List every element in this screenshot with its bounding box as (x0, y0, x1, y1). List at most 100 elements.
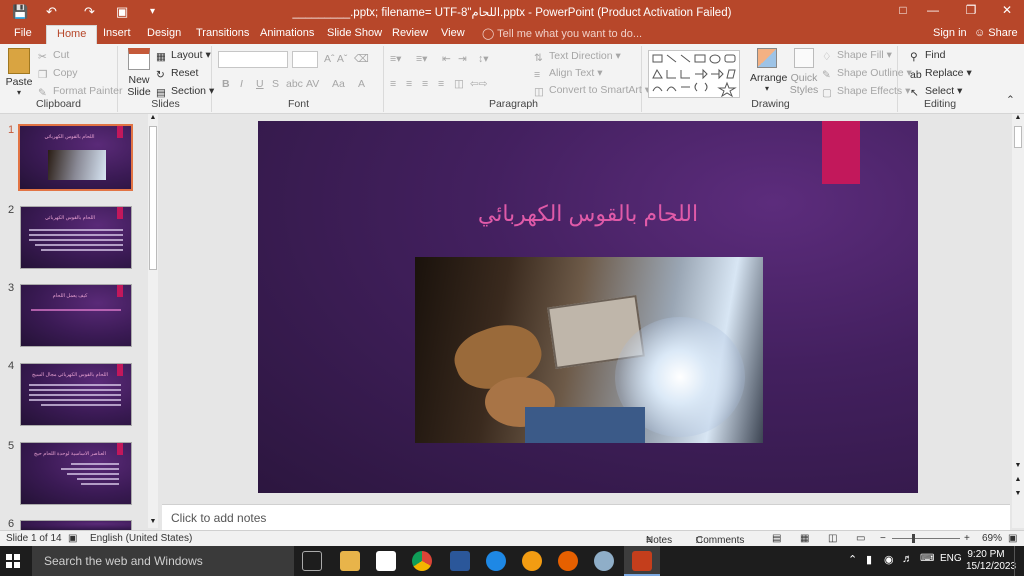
font-name-box[interactable] (218, 51, 288, 68)
keyboard-icon[interactable]: ⌨ (920, 553, 934, 564)
show-hidden-icons-icon[interactable]: ⌃ (848, 553, 857, 566)
align-right-icon[interactable]: ≡ (422, 78, 428, 90)
font-color-button[interactable]: A (358, 78, 365, 90)
slide-1[interactable]: اللحام بالقوس الكهربائي (258, 121, 918, 493)
justify-icon[interactable]: ≡ (438, 78, 444, 90)
section-button[interactable]: ▤ Section ▾ (156, 85, 214, 99)
shape-fill-button[interactable]: ♢ Shape Fill ▾ (822, 49, 892, 63)
character-spacing-button[interactable]: AV (306, 78, 319, 90)
font-size-buttons[interactable]: Aˆ Aˇ (324, 53, 347, 65)
replace-button[interactable]: ab Replace ▾ (910, 67, 972, 81)
tab-insert[interactable]: Insert (103, 27, 131, 39)
italic-button[interactable]: I (240, 78, 243, 90)
zoom-slider-thumb[interactable] (912, 534, 915, 543)
arrange-button[interactable]: Arrange ▾ (750, 48, 787, 93)
windows-start-icon[interactable] (6, 554, 20, 568)
slide-scrollbar[interactable]: ▲ ▼ ▲ ▼ (1012, 114, 1024, 528)
select-button[interactable]: ↖ Select ▾ (910, 85, 962, 99)
numbering-icon[interactable]: ≡▾ (416, 53, 427, 65)
text-direction-button[interactable]: ⇅ Text Direction ▾ (534, 50, 621, 64)
firefox-icon[interactable] (558, 551, 578, 571)
language-indicator[interactable]: English (United States) (90, 533, 192, 544)
zoom-level[interactable]: 69% (982, 533, 1002, 544)
word-icon[interactable] (450, 551, 470, 571)
normal-view-icon[interactable]: ▤ (772, 533, 781, 544)
zoom-in-icon[interactable]: + (964, 533, 970, 544)
shape-outline-button[interactable]: ✎ Shape Outline ▾ (822, 67, 912, 81)
cut-button[interactable]: ✂ Cut (38, 49, 69, 63)
zoom-slider[interactable] (892, 538, 960, 539)
input-language[interactable]: ENG (940, 553, 962, 564)
clock[interactable]: 9:20 PM 15/12/2023 (966, 549, 1016, 573)
tab-file[interactable]: File (14, 27, 32, 39)
welding-photo[interactable] (415, 257, 763, 443)
zoom-out-icon[interactable]: − (880, 533, 886, 544)
slide-thumbnail-1[interactable]: اللحام بالقوس الكهربائي (18, 124, 133, 191)
line-spacing-icon[interactable]: ↕▾ (478, 53, 489, 65)
scroll-up-icon[interactable]: ▲ (148, 114, 158, 124)
close-icon[interactable]: ✕ (992, 3, 1022, 17)
slide-title[interactable]: اللحام بالقوس الكهربائي (258, 201, 918, 227)
collapse-ribbon-icon[interactable]: ⌃ (1006, 94, 1015, 106)
tab-slide-show[interactable]: Slide Show (327, 27, 382, 39)
restore-icon[interactable]: ❐ (956, 3, 986, 17)
align-left-icon[interactable]: ≡ (390, 78, 396, 90)
scroll-thumb[interactable] (149, 126, 157, 270)
paste-button[interactable]: Paste ▾ (4, 48, 34, 97)
minimize-icon[interactable]: — (918, 3, 948, 17)
decrease-indent-icon[interactable]: ⇤ (442, 53, 451, 65)
tab-view[interactable]: View (441, 27, 465, 39)
store-icon[interactable] (376, 551, 396, 571)
slide-thumbnail-5[interactable]: العناصر الاساسية لوحدة اللحام حيج (20, 442, 132, 505)
browser-icon[interactable] (522, 551, 542, 571)
file-explorer-icon[interactable] (340, 551, 360, 571)
change-case-button[interactable]: Aa (332, 78, 345, 90)
previous-slide-icon[interactable]: ▲ (1013, 476, 1023, 486)
slide-thumbnail-3[interactable]: كيف يعمل اللحام (20, 284, 132, 347)
format-painter-button[interactable]: ✎ Format Painter (38, 85, 122, 99)
scroll-up-icon[interactable]: ▲ (1013, 114, 1023, 124)
convert-smartart-button[interactable]: ◫ Convert to SmartArt ▾ (534, 84, 650, 98)
clear-formatting-icon[interactable]: ⌫ (354, 53, 369, 65)
columns-icon[interactable]: ◫ (454, 78, 464, 90)
tab-review[interactable]: Review (392, 27, 428, 39)
shapes-gallery[interactable] (648, 50, 740, 98)
tab-design[interactable]: Design (147, 27, 181, 39)
font-size-box[interactable] (292, 51, 318, 68)
task-view-icon[interactable] (302, 551, 322, 571)
tab-transitions[interactable]: Transitions (196, 27, 249, 39)
share-button[interactable]: ☺ Share (974, 27, 1018, 39)
slideshow-view-icon[interactable]: ▭ (856, 533, 865, 544)
bullets-icon[interactable]: ≡▾ (390, 53, 401, 65)
sign-in-link[interactable]: Sign in (933, 27, 967, 39)
slide-sorter-icon[interactable]: ▦ (800, 533, 809, 544)
app-icon[interactable] (594, 551, 614, 571)
align-center-icon[interactable]: ≡ (406, 78, 412, 90)
powerpoint-taskbar-button[interactable] (624, 546, 660, 576)
volume-icon[interactable]: ♬ (902, 553, 913, 565)
reading-view-icon[interactable]: ◫ (828, 533, 837, 544)
thumbnails-scrollbar[interactable]: ▲ ▼ (148, 114, 158, 528)
show-desktop-button[interactable] (1014, 546, 1018, 576)
slide-thumbnail-4[interactable]: اللحام بالقوس الكهربائي مجال السيج (20, 363, 132, 426)
tell-me-box[interactable]: ◯ Tell me what you want to do... (482, 27, 642, 40)
chrome-icon[interactable] (412, 551, 432, 571)
next-slide-icon[interactable]: ▼ (1013, 490, 1023, 500)
slide-thumbnail-6[interactable] (20, 520, 132, 530)
notes-pane[interactable]: Click to add notes (162, 504, 1010, 530)
new-slide-button[interactable]: New Slide (124, 48, 154, 98)
increase-indent-icon[interactable]: ⇥ (458, 53, 467, 65)
underline-button[interactable]: U (256, 78, 264, 90)
edge-icon[interactable] (486, 551, 506, 571)
battery-icon[interactable]: ▮ (866, 553, 872, 566)
find-button[interactable]: ⚲ Find (910, 49, 945, 63)
quick-styles-button[interactable]: Quick Styles (788, 48, 820, 96)
shape-effects-button[interactable]: ▢ Shape Effects ▾ (822, 85, 910, 99)
scroll-thumb[interactable] (1014, 126, 1022, 148)
scroll-down-icon[interactable]: ▼ (148, 518, 158, 528)
fit-slide-icon[interactable]: ▣ (1008, 533, 1017, 544)
align-text-button[interactable]: ≡ Align Text ▾ (534, 67, 603, 81)
bold-button[interactable]: B (222, 78, 230, 90)
wifi-icon[interactable]: ◉ (884, 553, 894, 566)
tab-animations[interactable]: Animations (260, 27, 314, 39)
